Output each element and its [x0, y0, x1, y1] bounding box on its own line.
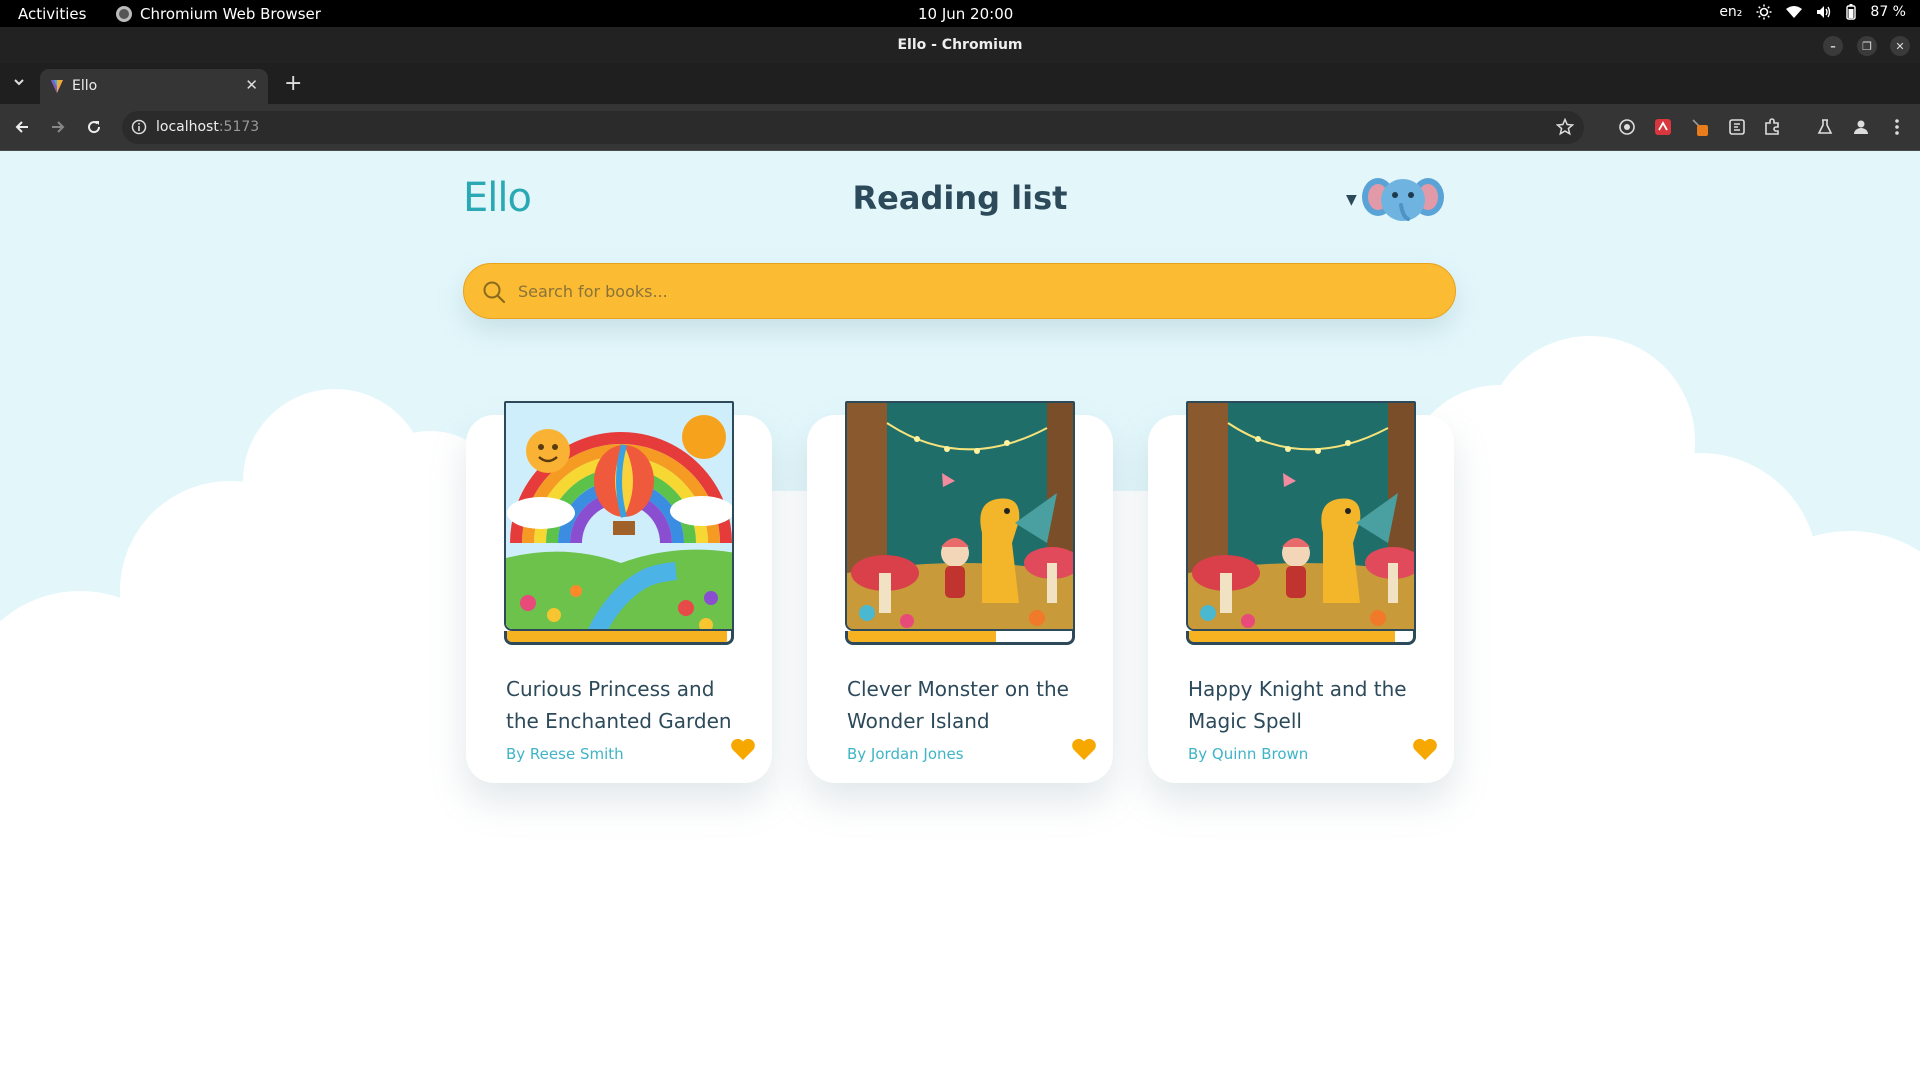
search-icon [483, 281, 506, 304]
extension-icon-3 [1692, 119, 1708, 136]
book-author: By Reese Smith [506, 745, 624, 763]
favorite-heart-icon[interactable] [1071, 737, 1097, 761]
book-author: By Jordan Jones [847, 745, 964, 763]
elephant-avatar-icon [1361, 178, 1444, 221]
forward-button[interactable] [47, 116, 69, 138]
search-input[interactable] [518, 274, 1418, 308]
browser-toolbar: localhost:5173 [0, 104, 1920, 151]
progress-fill [848, 631, 996, 642]
extension-button-2[interactable] [1652, 116, 1674, 138]
battery-icon [1846, 4, 1857, 20]
forest-dragon-illustration [847, 403, 1073, 629]
back-button[interactable] [11, 116, 33, 138]
book-card[interactable]: Curious Princess and the Enchanted Garde… [466, 401, 772, 783]
volume-icon [1817, 6, 1831, 18]
book-title[interactable]: Curious Princess and the Enchanted Garde… [506, 673, 738, 737]
book-card[interactable]: Happy Knight and the Magic Spell By Quin… [1148, 401, 1454, 783]
url-host: localhost [156, 119, 219, 135]
app-name: Chromium Web Browser [140, 5, 321, 23]
favorite-heart-icon[interactable] [730, 737, 756, 761]
extension-button-3[interactable] [1689, 116, 1711, 138]
clock[interactable]: 10 Jun 20:00 [918, 5, 1013, 23]
forest-dragon-illustration [1188, 403, 1414, 629]
minimize-button[interactable]: – [1823, 36, 1843, 56]
chromium-icon [116, 6, 132, 22]
url-text: localhost:5173 [156, 119, 259, 135]
site-info-icon[interactable] [131, 119, 147, 135]
close-icon: ✕ [1895, 39, 1905, 53]
reload-button[interactable] [83, 116, 105, 138]
window-title: Ello - Chromium [897, 37, 1023, 53]
extensions-menu-button[interactable] [1761, 116, 1783, 138]
reading-progress-bar [845, 631, 1075, 645]
rainbow-balloon-illustration [506, 403, 732, 629]
progress-fill [507, 631, 727, 642]
book-cover-image [845, 401, 1075, 631]
book-title[interactable]: Clever Monster on the Wonder Island [847, 673, 1079, 737]
menu-icon [1895, 119, 1899, 135]
minimize-icon: – [1830, 39, 1836, 53]
system-tray[interactable]: en₂ 87 % [1719, 4, 1906, 20]
book-author: By Quinn Brown [1188, 745, 1309, 763]
forward-arrow-icon [52, 121, 65, 133]
bookmark-star-icon[interactable] [1556, 118, 1574, 136]
system-top-bar: Activities Chromium Web Browser 10 Jun 2… [0, 0, 1920, 27]
book-search-bar[interactable] [463, 263, 1456, 319]
tab-strip: Ello ✕ + [0, 63, 1920, 104]
reading-progress-bar [1186, 631, 1416, 645]
tab-label: Ello [72, 78, 98, 94]
page-content: Ello Reading list ▼ Search for books... … [0, 151, 1920, 1080]
brightness-icon [1756, 4, 1772, 20]
maximize-button[interactable]: ❐ [1857, 36, 1877, 56]
book-title[interactable]: Happy Knight and the Magic Spell [1188, 673, 1420, 737]
ello-favicon [51, 80, 63, 93]
extension-icon-4 [1729, 119, 1745, 135]
favorite-heart-icon[interactable] [1412, 737, 1438, 761]
flask-icon [1817, 119, 1833, 134]
activities-button[interactable]: Activities [18, 5, 86, 23]
url-port: :5173 [218, 119, 260, 135]
battery-percent: 87 % [1870, 4, 1906, 20]
book-card[interactable]: Clever Monster on the Wonder Island By J… [807, 401, 1113, 783]
restore-icon: ❐ [1862, 39, 1872, 53]
close-window-button[interactable]: ✕ [1890, 36, 1910, 56]
tab-close-icon[interactable]: ✕ [245, 76, 258, 94]
book-cover-image [504, 401, 734, 631]
progress-fill [1189, 631, 1396, 642]
page-title: Reading list [852, 179, 1068, 217]
tab-search-chevron-icon[interactable] [12, 75, 26, 89]
wifi-icon [1786, 6, 1803, 18]
new-tab-button[interactable]: + [284, 71, 302, 96]
profile-icon [1854, 120, 1868, 134]
tab-ello[interactable]: Ello ✕ [40, 69, 268, 104]
address-bar[interactable]: localhost:5173 [122, 111, 1584, 144]
reading-progress-bar [504, 631, 734, 645]
reload-icon [88, 121, 101, 134]
window-title-bar: Ello - Chromium – ❐ ✕ [0, 27, 1920, 63]
browser-menu-button[interactable] [1886, 116, 1908, 138]
app-menu[interactable]: Chromium Web Browser [116, 5, 321, 23]
extension-button-4[interactable] [1726, 116, 1748, 138]
labs-button[interactable] [1814, 116, 1836, 138]
language-indicator[interactable]: en₂ [1719, 4, 1742, 20]
chevron-down-icon: ▼ [1346, 192, 1357, 208]
extension-icon-1 [1619, 119, 1635, 135]
puzzle-icon [1765, 118, 1779, 135]
profile-button[interactable] [1850, 116, 1872, 138]
extension-icon-2 [1655, 119, 1671, 135]
back-arrow-icon [15, 121, 28, 133]
profile-switcher[interactable]: ▼ [1346, 175, 1445, 225]
extension-button-1[interactable] [1616, 116, 1638, 138]
book-cover-image [1186, 401, 1416, 631]
